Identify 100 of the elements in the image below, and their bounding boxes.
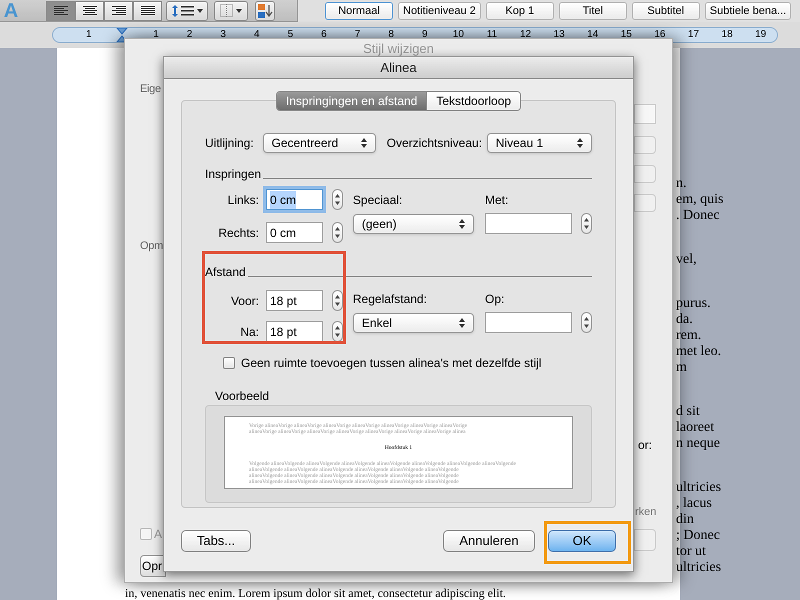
document-text: em, quis <box>676 192 724 208</box>
dropdown[interactable]: Gecentreerd <box>262 133 376 153</box>
caret-icon <box>236 8 242 12</box>
document-text: n neque <box>676 436 720 452</box>
ruler-number: 13 <box>552 29 566 41</box>
style-option[interactable]: Subtitel <box>632 2 700 20</box>
updown-arrows-icon <box>458 219 465 229</box>
document-text: rem. <box>676 328 702 344</box>
style-option[interactable]: Notitieniveau 2 <box>398 2 481 20</box>
label: Op: <box>485 291 506 308</box>
label: Speciaal: <box>352 192 404 209</box>
ruler-number: 1 <box>85 29 93 41</box>
ruler-number: 14 <box>586 29 600 41</box>
document-text: purus. <box>676 296 711 312</box>
style-option[interactable]: Kop 1 <box>486 2 554 20</box>
dropdown[interactable] <box>634 194 656 212</box>
dropdown[interactable]: Enkel <box>352 313 474 333</box>
tab[interactable]: Tekstdoorloop <box>426 92 520 110</box>
updown-arrows-icon <box>577 138 583 148</box>
label: Opm <box>140 238 163 254</box>
label: Overzichtsniveau: <box>386 135 484 152</box>
ruler-number: 7 <box>354 29 362 41</box>
stepper-control[interactable] <box>581 312 592 333</box>
style-option[interactable]: Titel <box>558 2 627 20</box>
align-right-icon <box>110 5 126 16</box>
ruler-number: 1 <box>152 29 160 41</box>
stepper-control[interactable] <box>332 222 343 243</box>
checkbox-label: Geen ruimte toevoegen tussen alinea's met dezelfde stijl <box>241 355 542 372</box>
align-button[interactable] <box>46 0 75 20</box>
dropdown[interactable] <box>634 136 656 154</box>
align-button[interactable] <box>75 0 104 20</box>
document-text: , lacus <box>676 496 712 512</box>
checkbox[interactable] <box>223 357 235 369</box>
updown-arrows-icon <box>335 194 340 205</box>
tabs-button[interactable]: Tabs... <box>181 530 251 552</box>
ruler-number: 6 <box>320 29 328 41</box>
document-text: laoreet <box>676 420 714 436</box>
ruler-number: 11 <box>486 29 498 41</box>
tab[interactable]: Inspringingen en afstand <box>276 92 426 110</box>
document-text: vel, <box>676 252 697 268</box>
label: rken <box>635 505 656 520</box>
document-text: tor ut <box>676 544 706 560</box>
sort-icon <box>257 2 273 18</box>
stepper-control[interactable] <box>581 213 592 234</box>
align-button[interactable] <box>104 0 133 20</box>
style-option[interactable]: Subtiele bena... <box>704 2 792 20</box>
ruler-number: 10 <box>452 29 465 41</box>
label: Regelafstand: <box>352 291 428 308</box>
borders-button[interactable] <box>214 0 248 20</box>
ruler-number: 9 <box>420 29 429 41</box>
input-field[interactable] <box>634 104 656 124</box>
dropdown[interactable]: (geen) <box>352 214 474 234</box>
input-field[interactable] <box>485 312 572 333</box>
caret-icon <box>196 8 202 12</box>
label: Uitlijning: <box>205 135 255 152</box>
ruler-number: 2 <box>186 29 194 41</box>
cancel-button[interactable]: Annuleren <box>443 530 535 552</box>
label: Met: <box>485 192 510 209</box>
document-text: din <box>676 512 694 528</box>
window-title: Stijl wijzigen <box>363 40 434 58</box>
borders-icon <box>220 4 233 17</box>
document-text: met leo. <box>676 344 722 360</box>
ruler-number: 17 <box>686 29 700 41</box>
sort-button[interactable] <box>255 0 275 20</box>
document-text: da. <box>676 312 693 328</box>
section-heading: Voorbeeld <box>215 389 270 403</box>
stepper-control[interactable] <box>332 321 343 342</box>
updown-arrows-icon <box>335 326 340 337</box>
ruler-number: 19 <box>754 29 768 41</box>
dropdown[interactable] <box>634 165 656 183</box>
checkbox[interactable] <box>140 528 152 540</box>
options-button[interactable]: Opr <box>140 555 166 577</box>
label: Eige <box>140 82 161 97</box>
document-text: . Donec <box>676 208 720 224</box>
updown-arrows-icon <box>335 227 340 238</box>
input-field[interactable]: 0 cm <box>266 189 323 210</box>
align-left-icon <box>52 5 68 16</box>
ruler-number: 16 <box>653 29 666 41</box>
ok-button[interactable]: OK <box>548 530 616 552</box>
label: Na: <box>239 324 259 340</box>
align-button[interactable] <box>133 0 162 20</box>
dropdown[interactable]: Niveau 1 <box>486 133 592 153</box>
stepper-control[interactable] <box>332 290 343 311</box>
style-option[interactable]: Normaal <box>325 2 393 20</box>
document-text: ; Donec <box>676 528 720 544</box>
section-heading: Inspringen <box>205 167 262 181</box>
indent-marker-icon[interactable] <box>116 28 128 42</box>
button[interactable] <box>634 528 656 550</box>
ruler-number: 5 <box>286 29 294 41</box>
input-field[interactable] <box>485 213 572 234</box>
input-field[interactable]: 0 cm <box>266 222 323 243</box>
ruler-number: 4 <box>252 29 261 41</box>
input-field[interactable]: 18 pt <box>266 290 323 311</box>
document-text: in, venenatis nec enim. Lorem ipsum dolor sit amet, consectetur adipiscing elit. <box>125 587 506 599</box>
align-center-icon <box>82 5 98 16</box>
updown-arrows-icon <box>584 317 589 328</box>
document-text: m <box>676 360 687 376</box>
line-spacing-button[interactable] <box>166 0 208 20</box>
input-field[interactable]: 18 pt <box>266 321 323 342</box>
stepper-control[interactable] <box>332 189 343 210</box>
